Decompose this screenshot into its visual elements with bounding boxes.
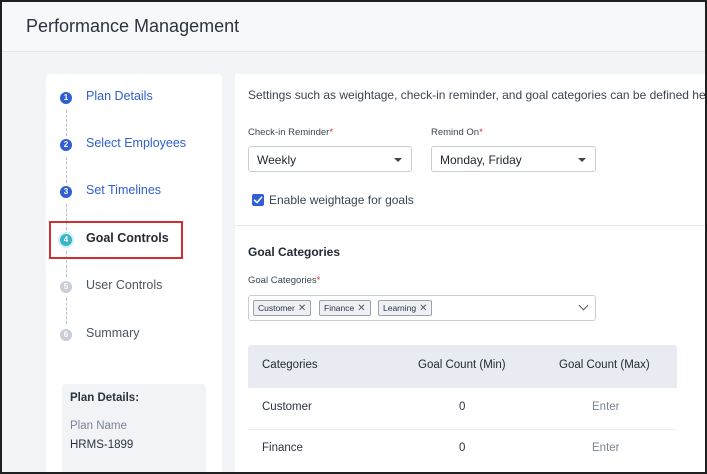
- step-summary[interactable]: 6 Summary: [46, 323, 222, 347]
- checkin-reminder-select[interactable]: Weekly: [248, 146, 412, 172]
- plan-name-label: Plan Name: [70, 420, 127, 432]
- max-count-input[interactable]: Enter: [592, 401, 620, 413]
- min-count-cell[interactable]: 0: [459, 442, 465, 454]
- goal-categories-label: Goal Categories*: [248, 275, 320, 286]
- weightage-checkbox-label[interactable]: Enable weightage for goals: [269, 193, 414, 207]
- intro-text: Settings such as weightage, check-in rem…: [248, 88, 707, 102]
- step-number-badge: 1: [60, 92, 72, 104]
- step-number-badge: 2: [60, 139, 72, 151]
- section-divider: [235, 225, 705, 226]
- required-marker: *: [329, 127, 334, 138]
- step-label: Set Timelines: [86, 183, 162, 197]
- step-set-timelines[interactable]: 3 Set Timelines: [46, 180, 222, 204]
- remind-on-label: Remind On*: [431, 127, 483, 138]
- caret-down-icon: [394, 158, 402, 162]
- row-divider: [248, 429, 677, 430]
- checkin-reminder-value: Weekly: [257, 153, 297, 167]
- remind-on-value: Monday, Friday: [440, 153, 522, 167]
- app-header: Performance Management: [2, 2, 705, 52]
- plan-name-value: HRMS-1899: [70, 439, 134, 451]
- plan-details-title: Plan Details:: [70, 392, 140, 404]
- step-number-badge: 3: [60, 186, 72, 198]
- plan-details-summary: Plan Details: Plan Name HRMS-1899: [62, 384, 206, 472]
- category-cell: Customer: [262, 401, 312, 413]
- required-marker: *: [479, 127, 483, 138]
- close-icon[interactable]: ✕: [357, 303, 365, 314]
- weightage-checkbox[interactable]: [252, 194, 264, 206]
- goal-categories-table: Categories Goal Count (Min) Goal Count (…: [248, 345, 677, 472]
- column-header: Categories: [262, 359, 318, 371]
- remind-on-label-text: Remind On: [431, 127, 480, 138]
- caret-down-icon: [578, 158, 586, 162]
- goal-categories-label-text: Goal Categories: [248, 275, 317, 286]
- step-user-controls[interactable]: 5 User Controls: [46, 275, 222, 299]
- step-connector: [66, 298, 67, 324]
- chip-label: Learning: [383, 303, 417, 313]
- step-number-badge: 5: [60, 281, 72, 293]
- step-plan-details[interactable]: 1 Plan Details: [46, 86, 222, 110]
- required-marker: *: [316, 275, 321, 286]
- table-header: Categories Goal Count (Min) Goal Count (…: [248, 345, 677, 388]
- step-label: Plan Details: [86, 89, 153, 103]
- page-title: Performance Management: [26, 16, 240, 36]
- min-count-cell[interactable]: 0: [459, 401, 465, 413]
- goal-controls-panel: Settings such as weightage, check-in rem…: [235, 74, 707, 472]
- chevron-down-icon[interactable]: [578, 300, 589, 311]
- goal-categories-heading: Goal Categories: [248, 245, 341, 259]
- checkin-reminder-label-text: Check-in Reminder: [248, 127, 330, 138]
- goal-categories-multiselect[interactable]: Customer ✕ Finance ✕ Learning ✕: [248, 295, 596, 321]
- column-header: Goal Count (Max): [559, 359, 650, 371]
- step-select-employees[interactable]: 2 Select Employees: [46, 133, 222, 157]
- close-icon[interactable]: ✕: [419, 303, 427, 314]
- close-icon[interactable]: ✕: [298, 303, 306, 314]
- max-count-input[interactable]: Enter: [592, 442, 620, 454]
- remind-on-select[interactable]: Monday, Friday: [431, 146, 596, 172]
- stepper-sidebar: 1 Plan Details 2 Select Employees 3 Set …: [46, 74, 222, 472]
- chip-label: Customer: [258, 303, 295, 313]
- checkmark-icon: [253, 196, 263, 204]
- category-chip-customer: Customer ✕: [253, 300, 312, 316]
- current-step-highlight: [49, 221, 183, 259]
- step-label: Summary: [86, 326, 140, 340]
- category-cell: Finance: [262, 442, 303, 454]
- step-number-badge: 6: [60, 329, 72, 341]
- column-header: Goal Count (Min): [418, 359, 506, 371]
- app-window: Performance Management 1 Plan Details 2 …: [0, 0, 707, 474]
- category-chip-learning: Learning ✕: [378, 300, 433, 316]
- checkin-reminder-label: Check-in Reminder*: [248, 127, 333, 138]
- category-chip-finance: Finance ✕: [319, 300, 371, 316]
- step-label: Select Employees: [86, 136, 187, 150]
- chip-label: Finance: [324, 303, 355, 313]
- step-label: User Controls: [86, 278, 163, 292]
